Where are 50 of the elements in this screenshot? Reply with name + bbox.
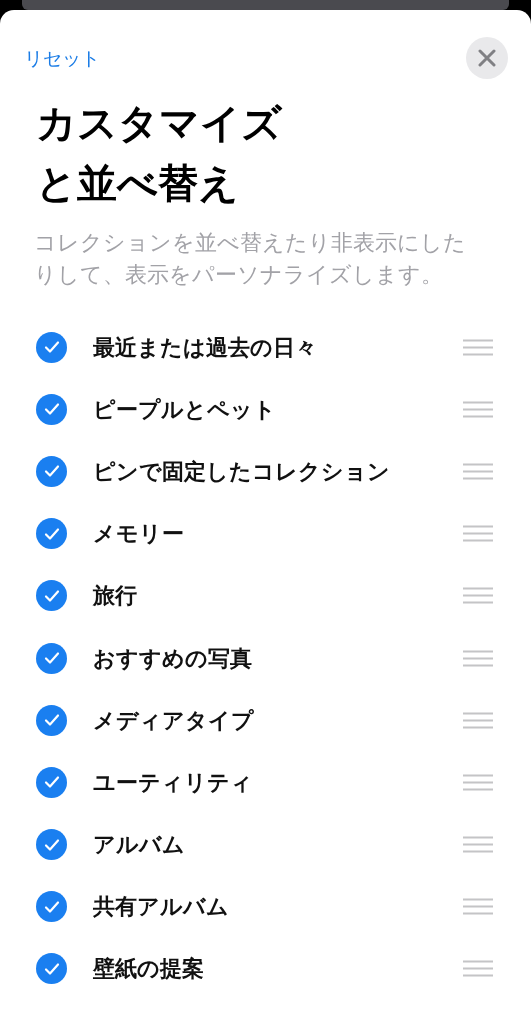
checkmark-icon: [43, 899, 60, 914]
close-button[interactable]: [466, 37, 508, 79]
checkmark-icon: [43, 464, 60, 479]
sheet-title: と並べ替え: [36, 159, 239, 208]
checkbox[interactable]: [36, 766, 67, 798]
item-label: 共有アルバム: [93, 893, 230, 922]
checkbox[interactable]: [36, 455, 67, 487]
description: コレクションを並べ替えたり非表示にしたりして、表示をパーソナライズします。: [34, 229, 467, 289]
drag-handle-icon[interactable]: [463, 773, 493, 791]
drag-handle-icon[interactable]: [463, 836, 493, 854]
checkbox[interactable]: [36, 642, 67, 674]
drag-handle-icon[interactable]: [463, 649, 493, 667]
checkmark-icon: [43, 713, 60, 728]
item-label: おすすめの写真: [93, 644, 253, 673]
item-label: 壁紙の提案: [93, 955, 205, 984]
checkmark-icon: [43, 961, 60, 976]
checkmark-icon: [43, 402, 60, 417]
item-label: ピンで固定したコレクション: [93, 457, 391, 486]
drag-handle-icon[interactable]: [463, 960, 493, 978]
item-label: ピープルとペット: [93, 395, 277, 424]
item-label: ユーティリティ: [93, 768, 254, 797]
item-label: 旅行: [93, 582, 138, 611]
checkbox[interactable]: [36, 829, 67, 861]
item-label: メモリー: [93, 520, 185, 549]
drag-handle-icon[interactable]: [463, 525, 493, 543]
checkmark-icon: [43, 775, 60, 790]
checkbox[interactable]: [36, 891, 67, 923]
item-label: 最近または過去の日々: [93, 333, 318, 362]
drag-handle-icon[interactable]: [463, 898, 493, 916]
checkmark-icon: [43, 526, 60, 541]
checkmark-icon: [43, 588, 60, 603]
checkbox[interactable]: [36, 580, 67, 612]
checkbox[interactable]: [36, 704, 67, 736]
drag-handle-icon[interactable]: [463, 338, 493, 356]
sheet-title: カスタマイズ: [36, 99, 282, 148]
reset-button[interactable]: リセット: [24, 43, 100, 73]
checkmark-icon: [43, 651, 60, 666]
checkbox[interactable]: [36, 393, 67, 425]
checkmark-icon: [43, 837, 60, 852]
checkmark-icon: [43, 340, 60, 355]
drag-handle-icon[interactable]: [463, 400, 493, 418]
close-icon: [478, 49, 496, 67]
item-label: アルバム: [93, 831, 186, 860]
drag-handle-icon[interactable]: [463, 462, 493, 480]
checkbox[interactable]: [36, 953, 67, 985]
item-label: メディアタイプ: [93, 706, 255, 735]
drag-handle-icon[interactable]: [463, 711, 493, 729]
checkbox[interactable]: [36, 518, 67, 550]
checkbox[interactable]: [36, 331, 67, 363]
drag-handle-icon[interactable]: [463, 587, 493, 605]
